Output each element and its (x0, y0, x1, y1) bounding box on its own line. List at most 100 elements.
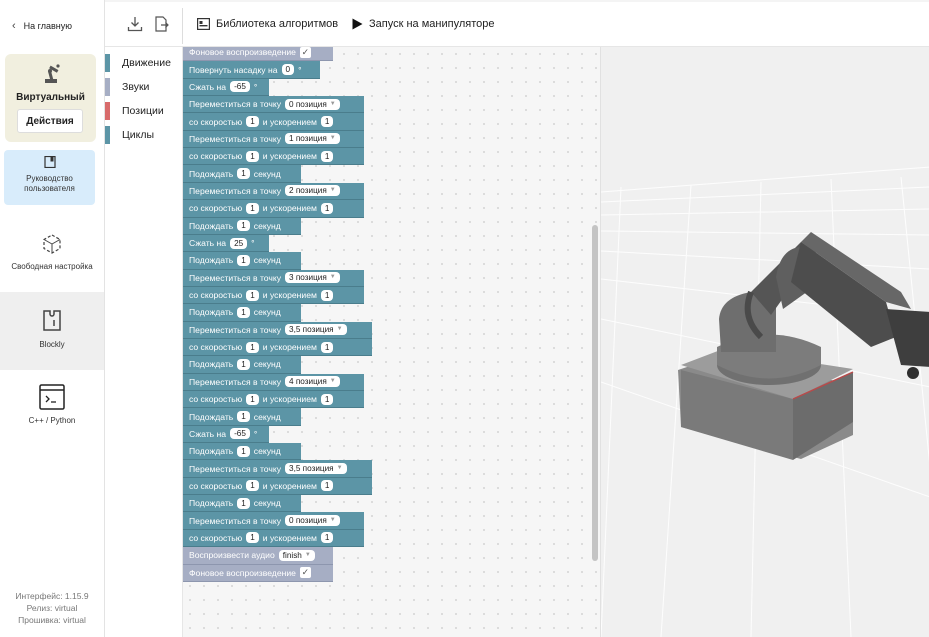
block-wait[interactable]: Подождать 1 секунд (183, 443, 301, 461)
value-input[interactable]: 1 (237, 497, 250, 509)
block-move[interactable]: Переместиться в точку 3,5 позиция ▼ (183, 460, 372, 478)
block-grip[interactable]: Сжать на 25 ° (183, 234, 269, 253)
category-loops[interactable]: Циклы (105, 126, 183, 144)
category-movement[interactable]: Движение (105, 54, 183, 72)
block-speed[interactable]: со скоростью 1 и ускорением 1 (183, 200, 364, 218)
block-wait[interactable]: Подождать 1 секунд (183, 217, 301, 235)
block-wait[interactable]: Подождать 1 секунд (183, 408, 301, 426)
block-wait[interactable]: Подождать 1 секунд (183, 165, 301, 183)
sidebar-item-free-setup[interactable]: Свободная настройка (0, 232, 104, 271)
sidebar-item-cpp-python[interactable]: C++ / Python (0, 384, 104, 425)
speed-input[interactable]: 1 (246, 532, 259, 544)
block-rotate[interactable]: Повернуть насадку на 0 ° (183, 61, 320, 79)
acceleration-input[interactable]: 1 (320, 480, 334, 492)
position-dropdown[interactable]: 0 позиция ▼ (285, 515, 340, 527)
value-input[interactable]: 1 (237, 445, 250, 457)
block-play[interactable]: Воспроизвести аудио finish ▼ (183, 547, 333, 565)
block-sound[interactable]: Фоновое воспроизведение ✓ (183, 564, 333, 582)
speed-input[interactable]: 1 (246, 202, 259, 214)
sidebar-item-blockly[interactable]: Blockly (0, 292, 104, 370)
unit-label: секунд (253, 411, 281, 422)
block-grip[interactable]: Сжать на -65 ° (183, 425, 269, 444)
block-grip[interactable]: Сжать на -65 ° (183, 78, 269, 97)
position-dropdown[interactable]: 3,5 позиция ▼ (285, 463, 347, 475)
block-wait[interactable]: Подождать 1 секунд (183, 304, 301, 322)
acceleration-input[interactable]: 1 (320, 393, 334, 405)
position-dropdown[interactable]: 0 позиция ▼ (285, 98, 340, 110)
position-dropdown[interactable]: 3,5 позиция ▼ (285, 324, 347, 336)
speed-input-value: 1 (250, 342, 255, 352)
speed-input[interactable]: 1 (246, 150, 259, 162)
chevron-down-icon: ▼ (304, 551, 311, 558)
speed-input[interactable]: 1 (246, 289, 259, 301)
block-move[interactable]: Переместиться в точку 3 позиция ▼ (183, 269, 364, 287)
position-dropdown[interactable]: 1 позиция ▼ (285, 133, 340, 145)
unit-label: секунд (253, 446, 281, 457)
blockly-workspace[interactable]: Фоновое воспроизведение ✓ Повернуть насадк… (183, 47, 600, 637)
block-move[interactable]: Переместиться в точку 3,5 позиция ▼ (183, 321, 372, 339)
audio-dropdown-value: finish (282, 550, 302, 560)
acceleration-input[interactable]: 1 (320, 341, 334, 353)
download-icon[interactable] (127, 16, 143, 32)
checkbox-checked-icon[interactable]: ✓ (299, 47, 311, 58)
category-sounds[interactable]: Звуки (105, 78, 183, 96)
run-on-manipulator-button[interactable]: Запуск на манипуляторе (352, 18, 494, 30)
position-dropdown-value: 0 позиция (289, 99, 327, 109)
block-move[interactable]: Переместиться в точку 0 позиция ▼ (183, 512, 364, 530)
value-input[interactable]: -65 (230, 428, 250, 440)
acceleration-input[interactable]: 1 (320, 532, 334, 544)
block-move[interactable]: Переместиться в точку 2 позиция ▼ (183, 182, 364, 201)
value-input[interactable]: 1 (237, 254, 250, 266)
value-input[interactable]: 0 (281, 64, 295, 76)
sidebar-item-user-guide[interactable]: Руководство пользователя (4, 150, 95, 205)
acceleration-input[interactable]: 1 (320, 289, 334, 301)
block-sound[interactable]: Фоновое воспроизведение ✓ (183, 47, 333, 62)
algorithm-library-button[interactable]: Библиотека алгоритмов (197, 18, 338, 30)
block-speed[interactable]: со скоростью 1 и ускорением 1 (183, 529, 364, 548)
position-dropdown[interactable]: 3 позиция ▼ (285, 272, 340, 284)
block-wait[interactable]: Подождать 1 секунд (183, 356, 301, 374)
category-positions[interactable]: Позиции (105, 102, 183, 120)
block-speed[interactable]: со скоростью 1 и ускорением 1 (183, 148, 364, 166)
block-move[interactable]: Переместиться в точку 4 позиция ▼ (183, 373, 364, 392)
value-input[interactable]: 1 (237, 306, 250, 318)
block-speed[interactable]: со скоростью 1 и ускорением 1 (183, 338, 372, 357)
value-input[interactable]: 1 (237, 411, 250, 423)
speed-input[interactable]: 1 (246, 341, 259, 353)
value-input[interactable]: -65 (230, 81, 250, 93)
value-input-value: 1 (241, 307, 246, 317)
value-input[interactable]: 1 (237, 358, 250, 370)
audio-dropdown[interactable]: finish ▼ (278, 549, 315, 561)
export-file-icon[interactable] (153, 16, 169, 32)
acceleration-input[interactable]: 1 (320, 116, 334, 128)
block-category-toolbox: Движение Звуки Позиции Циклы (105, 47, 183, 637)
unit-label: ° (251, 238, 255, 249)
actions-button[interactable]: Действия (17, 109, 83, 133)
acceleration-input[interactable]: 1 (320, 202, 334, 214)
position-dropdown[interactable]: 4 позиция ▼ (285, 376, 340, 388)
block-move[interactable]: Переместиться в точку 0 позиция ▼ (183, 96, 364, 114)
block-speed[interactable]: со скоростью 1 и ускорением 1 (183, 477, 372, 496)
checkbox-checked-icon[interactable]: ✓ (299, 567, 311, 579)
speed-input[interactable]: 1 (246, 480, 259, 492)
acceleration-input[interactable]: 1 (320, 150, 334, 162)
block-speed[interactable]: со скоростью 1 и ускорением 1 (183, 113, 364, 131)
block-move[interactable]: Переместиться в точку 1 позиция ▼ (183, 130, 364, 149)
value-input[interactable]: 1 (237, 168, 250, 180)
workspace-scrollbar[interactable] (592, 225, 598, 561)
speed-input[interactable]: 1 (246, 116, 259, 128)
block-speed[interactable]: со скоростью 1 и ускорением 1 (183, 286, 364, 305)
block-label: Подождать (189, 168, 234, 179)
block-speed[interactable]: со скоростью 1 и ускорением 1 (183, 391, 364, 409)
acceleration-label: и ускорением (262, 290, 317, 301)
block-label: Переместиться в точку (189, 515, 282, 526)
position-dropdown-value: 3,5 позиция (289, 464, 334, 474)
block-wait[interactable]: Подождать 1 секунд (183, 252, 301, 270)
home-link[interactable]: ‹ На главную (12, 20, 72, 32)
speed-input[interactable]: 1 (246, 393, 259, 405)
position-dropdown[interactable]: 2 позиция ▼ (285, 185, 340, 197)
value-input[interactable]: 25 (230, 237, 248, 249)
block-wait[interactable]: Подождать 1 секунд (183, 495, 301, 513)
value-input[interactable]: 1 (237, 220, 250, 232)
robot-3d-viewport[interactable] (600, 47, 929, 637)
